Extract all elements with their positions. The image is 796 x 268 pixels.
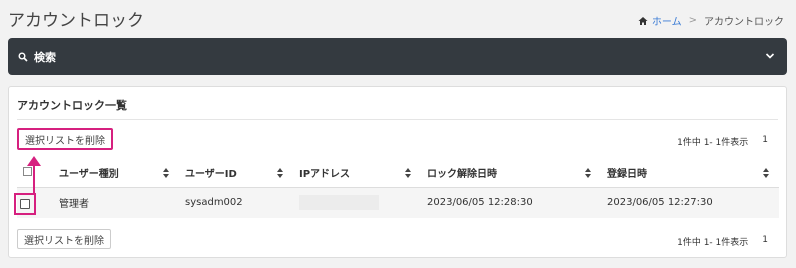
pager-summary: 1件中 1- 1件表示 [677, 138, 749, 148]
search-panel-toggle[interactable]: 検索 [8, 38, 787, 75]
breadcrumb-home-link[interactable]: ホーム [652, 13, 682, 28]
breadcrumb: ホーム > アカウントロック [638, 13, 784, 28]
breadcrumb-separator: > [688, 15, 697, 26]
pager-top: 1件中 1- 1件表示 1 [677, 135, 768, 148]
cell-unlock-datetime: 2023/06/05 12:28:30 [421, 187, 601, 218]
home-icon[interactable] [638, 16, 648, 26]
sort-icon[interactable] [163, 168, 169, 178]
cell-ip-address [293, 187, 421, 218]
pager-page-link[interactable]: 1 [762, 235, 768, 248]
card-title: アカウントロック一覧 [17, 99, 127, 112]
row-checkbox[interactable] [20, 199, 30, 209]
sort-icon[interactable] [277, 168, 283, 178]
ip-redaction [299, 195, 379, 211]
cell-user-id: sysadm002 [179, 187, 293, 218]
column-header-user-id[interactable]: ユーザーID [179, 159, 293, 188]
column-header-registered-datetime[interactable]: 登録日時 [601, 159, 779, 188]
table-header-row: ユーザー種別 ユーザーID IPアドレス ロック解除日時 登録日時 [17, 159, 779, 188]
cell-registered-datetime: 2023/06/05 12:27:30 [601, 187, 779, 218]
column-header-user-type[interactable]: ユーザー種別 [53, 159, 179, 188]
sort-icon[interactable] [763, 168, 769, 178]
pager-summary: 1件中 1- 1件表示 [677, 238, 749, 248]
card-divider [17, 119, 778, 120]
chevron-down-icon[interactable] [765, 51, 775, 61]
column-header-unlock-datetime[interactable]: ロック解除日時 [421, 159, 601, 188]
cell-user-type: 管理者 [53, 187, 179, 218]
sort-icon[interactable] [405, 168, 411, 178]
account-lock-table: ユーザー種別 ユーザーID IPアドレス ロック解除日時 登録日時 管理者 sy… [17, 159, 779, 218]
pager-bottom: 1件中 1- 1件表示 1 [677, 235, 768, 248]
sort-icon[interactable] [585, 168, 591, 178]
table-row: 管理者 sysadm002 2023/06/05 12:28:30 2023/0… [17, 187, 779, 218]
column-header-ip-address[interactable]: IPアドレス [293, 159, 421, 188]
search-label: 検索 [34, 50, 56, 64]
pager-page-link[interactable]: 1 [762, 135, 768, 148]
search-icon [18, 52, 28, 62]
delete-selected-button-bottom[interactable]: 選択リストを削除 [17, 229, 111, 249]
breadcrumb-current: アカウントロック [704, 17, 784, 28]
page-title: アカウントロック [8, 11, 144, 31]
account-lock-list-card: アカウントロック一覧 選択リストを削除 1件中 1- 1件表示 1 ユーザー種別… [8, 86, 787, 258]
annotation-arrow [27, 156, 41, 194]
delete-selected-button-top[interactable]: 選択リストを削除 [17, 128, 113, 150]
